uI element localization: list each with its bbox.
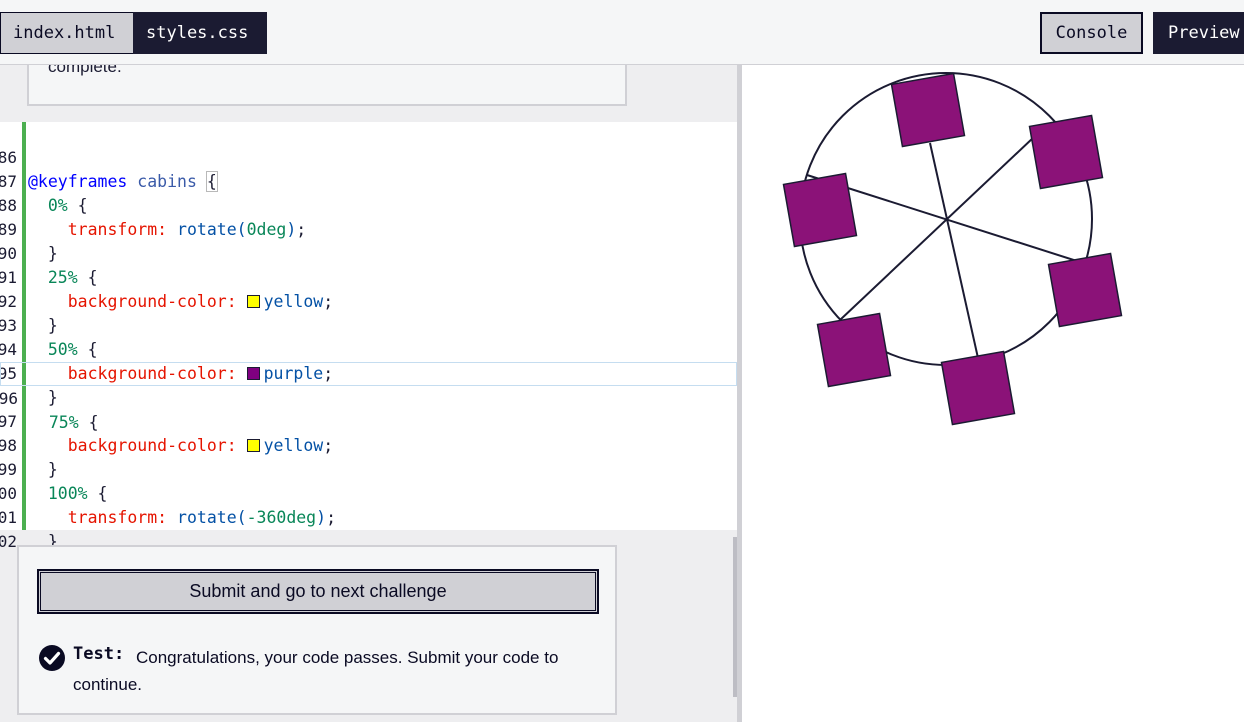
code-line[interactable]: 92 } [0,266,737,335]
test-message: Congratulations, your code passes. Submi… [73,648,559,694]
cabin [940,350,1016,426]
submit-button[interactable]: Submit and go to next challenge [37,569,599,614]
code-line[interactable]: 86 @keyframes cabins { [0,122,737,192]
code-line[interactable]: 93 50% { [0,290,737,359]
code-line[interactable]: 95 } [0,338,737,407]
code-line[interactable]: 87 0% { [0,146,737,215]
cabin [890,72,966,148]
cabin [816,312,892,388]
instructions-pane: complete. 86 @keyframes cabins { 87 0% {… [0,65,737,722]
cabin [1047,252,1123,328]
code-line[interactable]: 01 } [0,482,737,551]
code-line[interactable]: 94 background-color: purple; [0,314,737,383]
tab-styles-css[interactable]: styles.css [133,12,267,54]
code-editor[interactable]: 86 @keyframes cabins { 87 0% { 88 transf… [0,122,737,576]
code-line[interactable]: 99 100% { [0,434,737,503]
code-line[interactable]: 98 } [0,410,737,479]
cabin [1028,114,1104,190]
cabin [782,172,858,248]
description-text: complete. [48,65,122,76]
test-results-panel: Submit and go to next challenge Test: Co… [17,545,617,715]
console-button[interactable]: Console [1040,12,1143,54]
editor-toolbar: index.html styles.css Console Preview [0,0,1244,65]
ferris-wheel-icon [782,72,1123,426]
code-line[interactable]: 97 background-color: yellow; [0,386,737,455]
code-line[interactable]: 02 } [0,506,737,576]
code-line[interactable]: 88 transform: rotate(0deg); [0,170,737,239]
code-line[interactable]: 89 } [0,194,737,263]
code-line[interactable]: 91 background-color: yellow; [0,242,737,311]
check-circle-icon [39,645,65,671]
description-box: complete. [27,65,627,106]
preview-pane [742,65,1244,722]
code-line[interactable]: 90 25% { [0,218,737,287]
code-line[interactable]: 00 transform: rotate(-360deg); [0,458,737,527]
preview-button[interactable]: Preview [1153,12,1244,54]
code-line-active[interactable]: 96 75% { [0,362,737,432]
tab-index-html[interactable]: index.html [0,12,133,54]
line-number: 02 [0,532,17,551]
